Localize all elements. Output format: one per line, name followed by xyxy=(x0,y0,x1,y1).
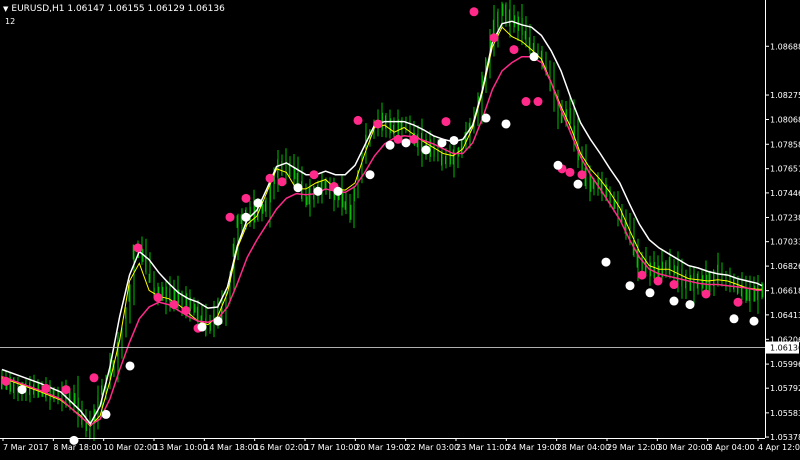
marker-magenta xyxy=(241,193,251,203)
marker-white xyxy=(101,409,111,419)
marker-magenta xyxy=(265,173,275,183)
chart-background xyxy=(0,0,800,456)
y-tick-label: 1.08068 xyxy=(770,115,800,124)
x-tick-label: 8 Mar 18:00 xyxy=(53,443,101,452)
price-chart[interactable]: 1.08688 1.08275 1.08068 1.07858 1.07651 1.074… xyxy=(0,0,800,456)
x-tick-label: 14 Mar 18:00 xyxy=(204,443,257,452)
y-tick-label: 1.07033 xyxy=(770,238,800,247)
x-tick-label: 29 Mar 12:00 xyxy=(607,443,660,452)
marker-white xyxy=(125,361,135,371)
current-price-label: 1.06136 xyxy=(770,344,800,353)
marker-white xyxy=(333,186,343,196)
marker-white xyxy=(385,140,395,150)
marker-magenta xyxy=(373,119,383,129)
y-tick-label: 1.05378 xyxy=(770,433,800,442)
marker-white xyxy=(645,288,655,298)
y-tick-label: 1.05583 xyxy=(770,409,800,418)
symbol-header: ▼ EURUSD,H1 1.06147 1.06155 1.06129 1.061… xyxy=(3,4,225,14)
marker-white xyxy=(197,322,207,332)
y-tick-label: 1.06413 xyxy=(770,311,800,320)
caret-down-icon[interactable]: ▼ xyxy=(3,5,8,13)
marker-magenta xyxy=(653,276,663,286)
marker-white xyxy=(293,183,303,193)
x-tick-label: 3 Apr 04:00 xyxy=(708,443,755,452)
y-tick-label: 1.05792 xyxy=(770,384,800,393)
y-tick-label: 1.07238 xyxy=(770,213,800,222)
y-tick-label: 1.07858 xyxy=(770,140,800,149)
marker-white xyxy=(401,138,411,148)
chart-window[interactable]: 1.08688 1.08275 1.08068 1.07858 1.07651 1.074… xyxy=(0,0,800,456)
marker-magenta xyxy=(89,373,99,383)
marker-white xyxy=(501,119,511,129)
marker-magenta xyxy=(489,33,499,43)
x-tick-label: 30 Mar 20:00 xyxy=(657,443,710,452)
marker-magenta xyxy=(637,270,647,280)
marker-magenta xyxy=(669,280,679,290)
marker-white xyxy=(685,300,695,310)
x-tick-label: 24 Mar 19:00 xyxy=(506,443,559,452)
marker-magenta xyxy=(277,177,287,187)
x-tick-label: 22 Mar 03:00 xyxy=(406,443,459,452)
marker-white xyxy=(553,160,563,170)
x-tick-label: 4 Apr 12:00 xyxy=(758,443,800,452)
y-tick-label: 1.08688 xyxy=(770,42,800,51)
marker-magenta xyxy=(509,45,519,55)
marker-white xyxy=(573,179,583,189)
y-tick-label: 1.07651 xyxy=(770,165,800,174)
marker-white xyxy=(449,135,459,145)
x-tick-label: 23 Mar 11:00 xyxy=(456,443,509,452)
marker-magenta xyxy=(225,212,235,222)
y-tick-label: 1.07446 xyxy=(770,189,800,198)
marker-magenta xyxy=(409,134,419,144)
marker-white xyxy=(437,138,447,148)
marker-white xyxy=(529,52,539,62)
marker-magenta xyxy=(441,117,451,127)
marker-white xyxy=(601,257,611,267)
x-tick-label: 20 Mar 19:00 xyxy=(355,443,408,452)
marker-white xyxy=(313,186,323,196)
marker-magenta xyxy=(393,134,403,144)
marker-magenta xyxy=(353,115,363,125)
marker-magenta xyxy=(733,297,743,307)
x-tick-label: 7 Mar 2017 xyxy=(3,443,49,452)
marker-magenta xyxy=(61,385,71,395)
marker-magenta xyxy=(169,300,179,310)
marker-white xyxy=(669,296,679,306)
x-tick-label: 10 Mar 02:00 xyxy=(104,443,157,452)
y-tick-label: 1.05996 xyxy=(770,360,800,369)
y-tick-label: 1.06826 xyxy=(770,262,800,271)
x-tick-label: 28 Mar 04:00 xyxy=(557,443,610,452)
marker-white xyxy=(241,212,251,222)
indicator-value: 12 xyxy=(5,17,16,26)
marker-white xyxy=(729,314,739,324)
marker-white xyxy=(481,113,491,123)
marker-white xyxy=(253,198,263,208)
marker-magenta xyxy=(577,170,587,180)
marker-white xyxy=(17,385,27,395)
marker-white xyxy=(421,145,431,155)
marker-white xyxy=(625,281,635,291)
x-tick-label: 16 Mar 02:00 xyxy=(255,443,308,452)
x-tick-label: 17 Mar 10:00 xyxy=(305,443,358,452)
y-tick-label: 1.08275 xyxy=(770,91,800,100)
marker-white xyxy=(749,316,759,326)
marker-magenta xyxy=(521,97,531,107)
x-tick-label: 13 Mar 10:00 xyxy=(154,443,207,452)
y-tick-label: 1.06618 xyxy=(770,287,800,296)
marker-magenta xyxy=(565,167,575,177)
symbol-info: EURUSD,H1 1.06147 1.06155 1.06129 1.0613… xyxy=(11,4,225,14)
marker-white xyxy=(213,316,223,326)
marker-magenta xyxy=(1,376,11,386)
marker-magenta xyxy=(469,7,479,17)
marker-magenta xyxy=(701,289,711,299)
marker-magenta xyxy=(533,97,543,107)
marker-white xyxy=(365,170,375,180)
marker-magenta xyxy=(309,170,319,180)
marker-magenta xyxy=(181,305,191,315)
marker-magenta xyxy=(153,293,163,303)
marker-magenta xyxy=(41,383,51,393)
marker-magenta xyxy=(133,243,143,253)
